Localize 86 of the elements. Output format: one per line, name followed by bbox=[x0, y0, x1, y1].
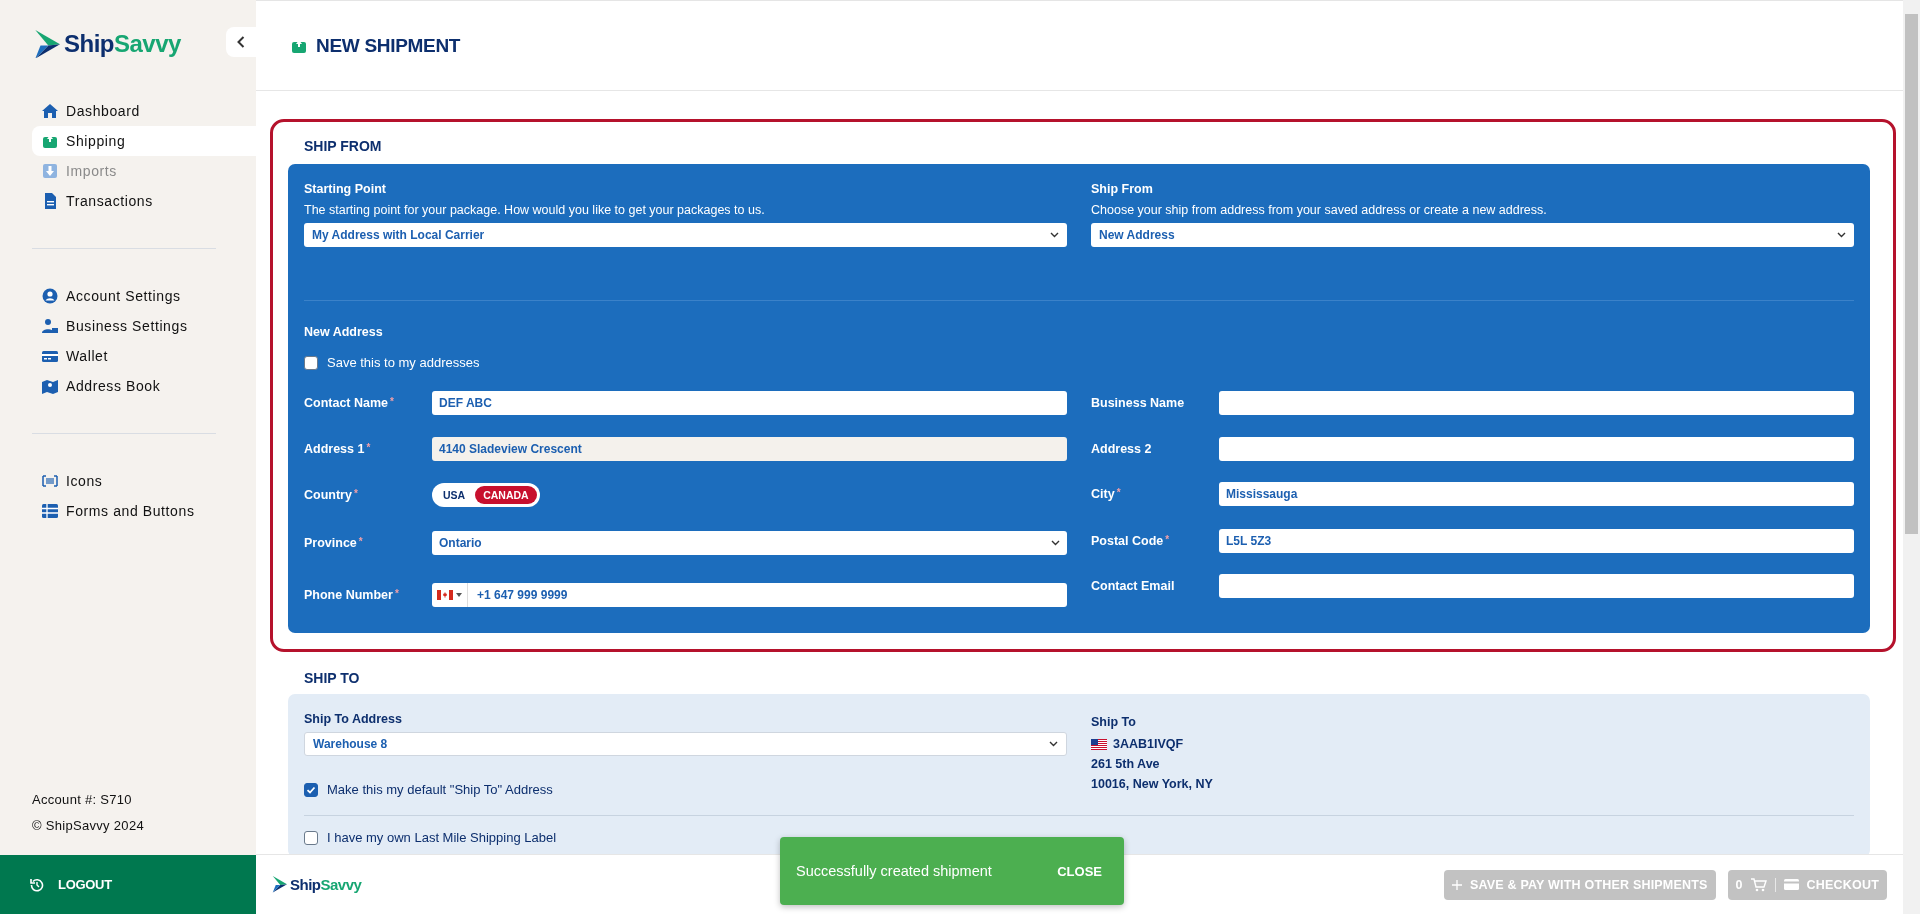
subsection-title: New Address bbox=[304, 325, 384, 339]
nav-icon bbox=[42, 193, 58, 209]
nav-icon bbox=[42, 503, 58, 519]
flag-icon bbox=[437, 590, 453, 600]
scrollbar[interactable] bbox=[1903, 0, 1920, 914]
field-label: Ship From bbox=[1091, 182, 1154, 196]
flag-icon bbox=[1091, 738, 1107, 750]
text-field[interactable]: Mississauga bbox=[1219, 482, 1854, 506]
field-label: Phone Number * bbox=[304, 587, 400, 602]
logo-text: ShipSavvy bbox=[64, 30, 181, 58]
checkbox-label: I have my own Last Mile Shipping Label bbox=[327, 830, 557, 845]
nav-icon bbox=[42, 103, 58, 119]
account-number: Account #: S710 bbox=[31, 791, 133, 809]
country-option[interactable]: CANADA bbox=[475, 486, 537, 504]
chevron-down-icon bbox=[1050, 232, 1059, 238]
field-label: Address 2 bbox=[1091, 441, 1153, 456]
sidebar-item[interactable]: Shipping bbox=[32, 126, 256, 156]
province-select[interactable]: Ontario bbox=[432, 531, 1067, 555]
country-toggle[interactable]: USA CANADA bbox=[432, 483, 540, 507]
sidebar-item[interactable]: Account Settings bbox=[32, 281, 256, 311]
copyright-text: © ShipSavvy 2024 bbox=[31, 817, 145, 835]
text-field[interactable]: L5L 5Z3 bbox=[1219, 529, 1854, 553]
sidebar-item[interactable]: Icons bbox=[32, 466, 256, 496]
nav-icon bbox=[42, 348, 58, 364]
collapse-button[interactable] bbox=[226, 27, 256, 57]
field-label: Ship To Address bbox=[304, 712, 403, 726]
phone-field[interactable]: +1 647 999 9999 bbox=[432, 583, 1067, 607]
sidebar-item[interactable]: Address Book bbox=[32, 371, 256, 401]
nav-icon bbox=[42, 473, 58, 489]
plus-icon bbox=[1451, 879, 1462, 890]
logout-button[interactable]: LOGOUT bbox=[0, 855, 256, 914]
field-label: Contact Email bbox=[1091, 578, 1176, 593]
checkbox-label: Save this to my addresses bbox=[327, 355, 480, 370]
section-title: SHIP TO bbox=[303, 669, 361, 688]
field-description: The starting point for your package. How would you like to get your packages to us. bbox=[304, 203, 766, 217]
text-field[interactable] bbox=[1219, 391, 1854, 415]
chevron-down-icon bbox=[1051, 540, 1060, 546]
cart-icon bbox=[1750, 877, 1767, 892]
field-label: Postal Code * bbox=[1091, 533, 1171, 548]
field-label: Business Name bbox=[1091, 395, 1186, 410]
sidebar-item[interactable]: Forms and Buttons bbox=[32, 496, 256, 526]
field-label: City * bbox=[1091, 486, 1122, 501]
sidebar-item[interactable]: Transactions bbox=[32, 186, 256, 216]
checkbox[interactable] bbox=[304, 355, 318, 370]
chevron-left-icon bbox=[237, 36, 245, 48]
text-field[interactable] bbox=[1219, 437, 1854, 461]
field-label: Province * bbox=[304, 535, 364, 550]
sidebar-item[interactable]: Dashboard bbox=[32, 96, 256, 126]
chevron-down-icon bbox=[1837, 232, 1846, 238]
country-option[interactable]: USA bbox=[435, 486, 474, 504]
chevron-down-icon bbox=[1049, 741, 1058, 747]
address-code: 3AAB1IVQF bbox=[1113, 736, 1184, 753]
toast-message: Successfully created shipment bbox=[796, 863, 992, 879]
field-label: Starting Point bbox=[304, 182, 387, 196]
text-field[interactable] bbox=[1219, 574, 1854, 598]
page-title: NEW SHIPMENT bbox=[316, 34, 461, 57]
nav-icon bbox=[42, 318, 58, 334]
select-field[interactable]: New Address bbox=[1091, 223, 1854, 247]
nav-icon bbox=[42, 288, 58, 304]
field-label: Contact Name * bbox=[304, 395, 395, 410]
cart-count: 0 bbox=[1735, 877, 1743, 892]
text-field[interactable]: DEF ABC bbox=[432, 391, 1067, 415]
check-icon bbox=[306, 784, 316, 795]
sidebar-item[interactable]: Business Settings bbox=[32, 311, 256, 341]
text-field[interactable]: 4140 Sladeview Crescent bbox=[432, 437, 1067, 461]
field-description: Choose your ship from address from your saved address or create a new address. bbox=[1091, 203, 1548, 217]
select-field[interactable]: Warehouse 8 bbox=[304, 732, 1067, 756]
address-line: 10016, New York, NY bbox=[1091, 776, 1214, 793]
field-label: Country * bbox=[304, 487, 359, 502]
logout-icon bbox=[30, 877, 44, 892]
sidebar-item[interactable]: Wallet bbox=[32, 341, 256, 371]
checkbox[interactable] bbox=[304, 782, 318, 797]
card-icon bbox=[1783, 879, 1799, 890]
caret-icon bbox=[456, 593, 462, 597]
field-label: Address 1 * bbox=[304, 441, 372, 456]
checkbox-label: Make this my default "Ship To" Address bbox=[327, 782, 553, 797]
address-line: 261 5th Ave bbox=[1091, 756, 1161, 773]
logo-icon bbox=[272, 876, 287, 893]
field-label: Ship To bbox=[1091, 714, 1137, 731]
logo-text: ShipSavvy bbox=[290, 876, 362, 893]
select-field[interactable]: My Address with Local Carrier bbox=[304, 223, 1067, 247]
logo-icon bbox=[34, 29, 60, 59]
section-title: SHIP FROM bbox=[303, 137, 383, 156]
nav-icon bbox=[42, 378, 58, 394]
checkbox[interactable] bbox=[304, 830, 318, 845]
nav-icon bbox=[42, 163, 58, 179]
